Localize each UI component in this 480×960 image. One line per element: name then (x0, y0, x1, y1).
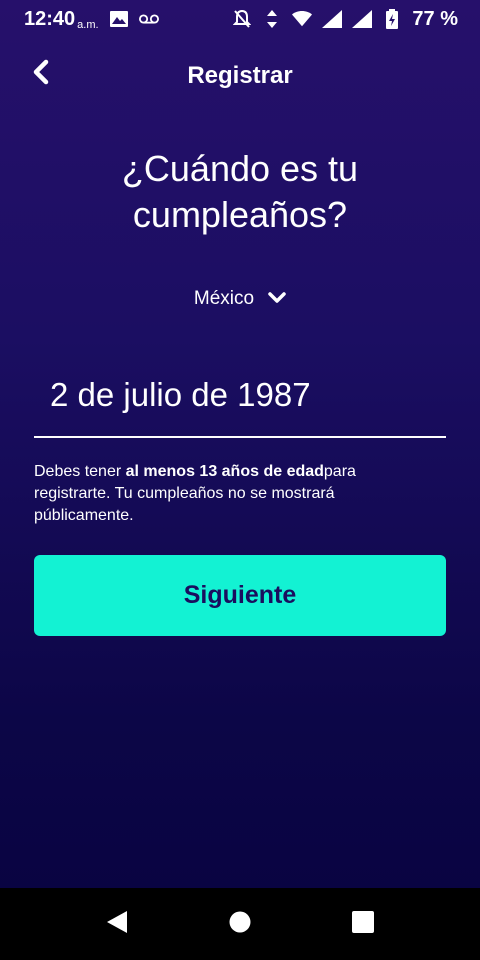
back-button[interactable] (20, 54, 60, 94)
country-label: México (193, 288, 255, 309)
circle-home-icon (229, 911, 251, 938)
top-bar: Registrar (0, 50, 480, 102)
next-button-label: Siguiente (183, 581, 297, 609)
country-selector[interactable]: México (0, 288, 480, 310)
system-nav-bar (0, 888, 480, 960)
status-right: 77 % (232, 8, 458, 31)
status-time-ampm: a.m. (77, 18, 99, 31)
signal-icon-2 (352, 9, 373, 29)
triangle-back-icon (106, 910, 128, 939)
signal-icon-1 (322, 9, 343, 29)
next-button[interactable]: Siguiente (34, 555, 446, 636)
birthday-field[interactable]: 2 de julio de 1987 (34, 372, 446, 438)
wifi-icon (292, 9, 313, 29)
status-left: 12:40 a.m. (24, 8, 159, 31)
age-notice-prefix: Debes tener (34, 463, 126, 480)
chevron-left-icon (31, 59, 49, 90)
square-recents-icon (351, 910, 374, 938)
age-notice-bold: al menos 13 años de edad (125, 463, 324, 480)
age-notice: Debes tener al menos 13 años de edadpara… (34, 461, 434, 527)
chevron-down-icon (268, 288, 286, 310)
voicemail-icon (138, 9, 159, 29)
battery-percentage: 77 % (412, 7, 458, 30)
page-title: Registrar (187, 62, 293, 89)
status-time: 12:40 a.m. (24, 8, 99, 31)
nav-home-button[interactable] (220, 904, 260, 944)
birthday-question: ¿Cuándo es tu cumpleaños? (121, 148, 359, 235)
status-time-value: 12:40 (24, 7, 76, 30)
status-bar: 12:40 a.m. 77 % (0, 0, 480, 38)
battery-charging-icon (382, 9, 402, 29)
nav-recents-button[interactable] (343, 904, 383, 944)
data-transfer-icon (262, 9, 282, 29)
nav-back-button[interactable] (97, 904, 137, 944)
notifications-off-icon (232, 9, 252, 29)
image-icon (109, 9, 129, 29)
birthday-value: 2 de julio de 1987 (50, 376, 311, 413)
